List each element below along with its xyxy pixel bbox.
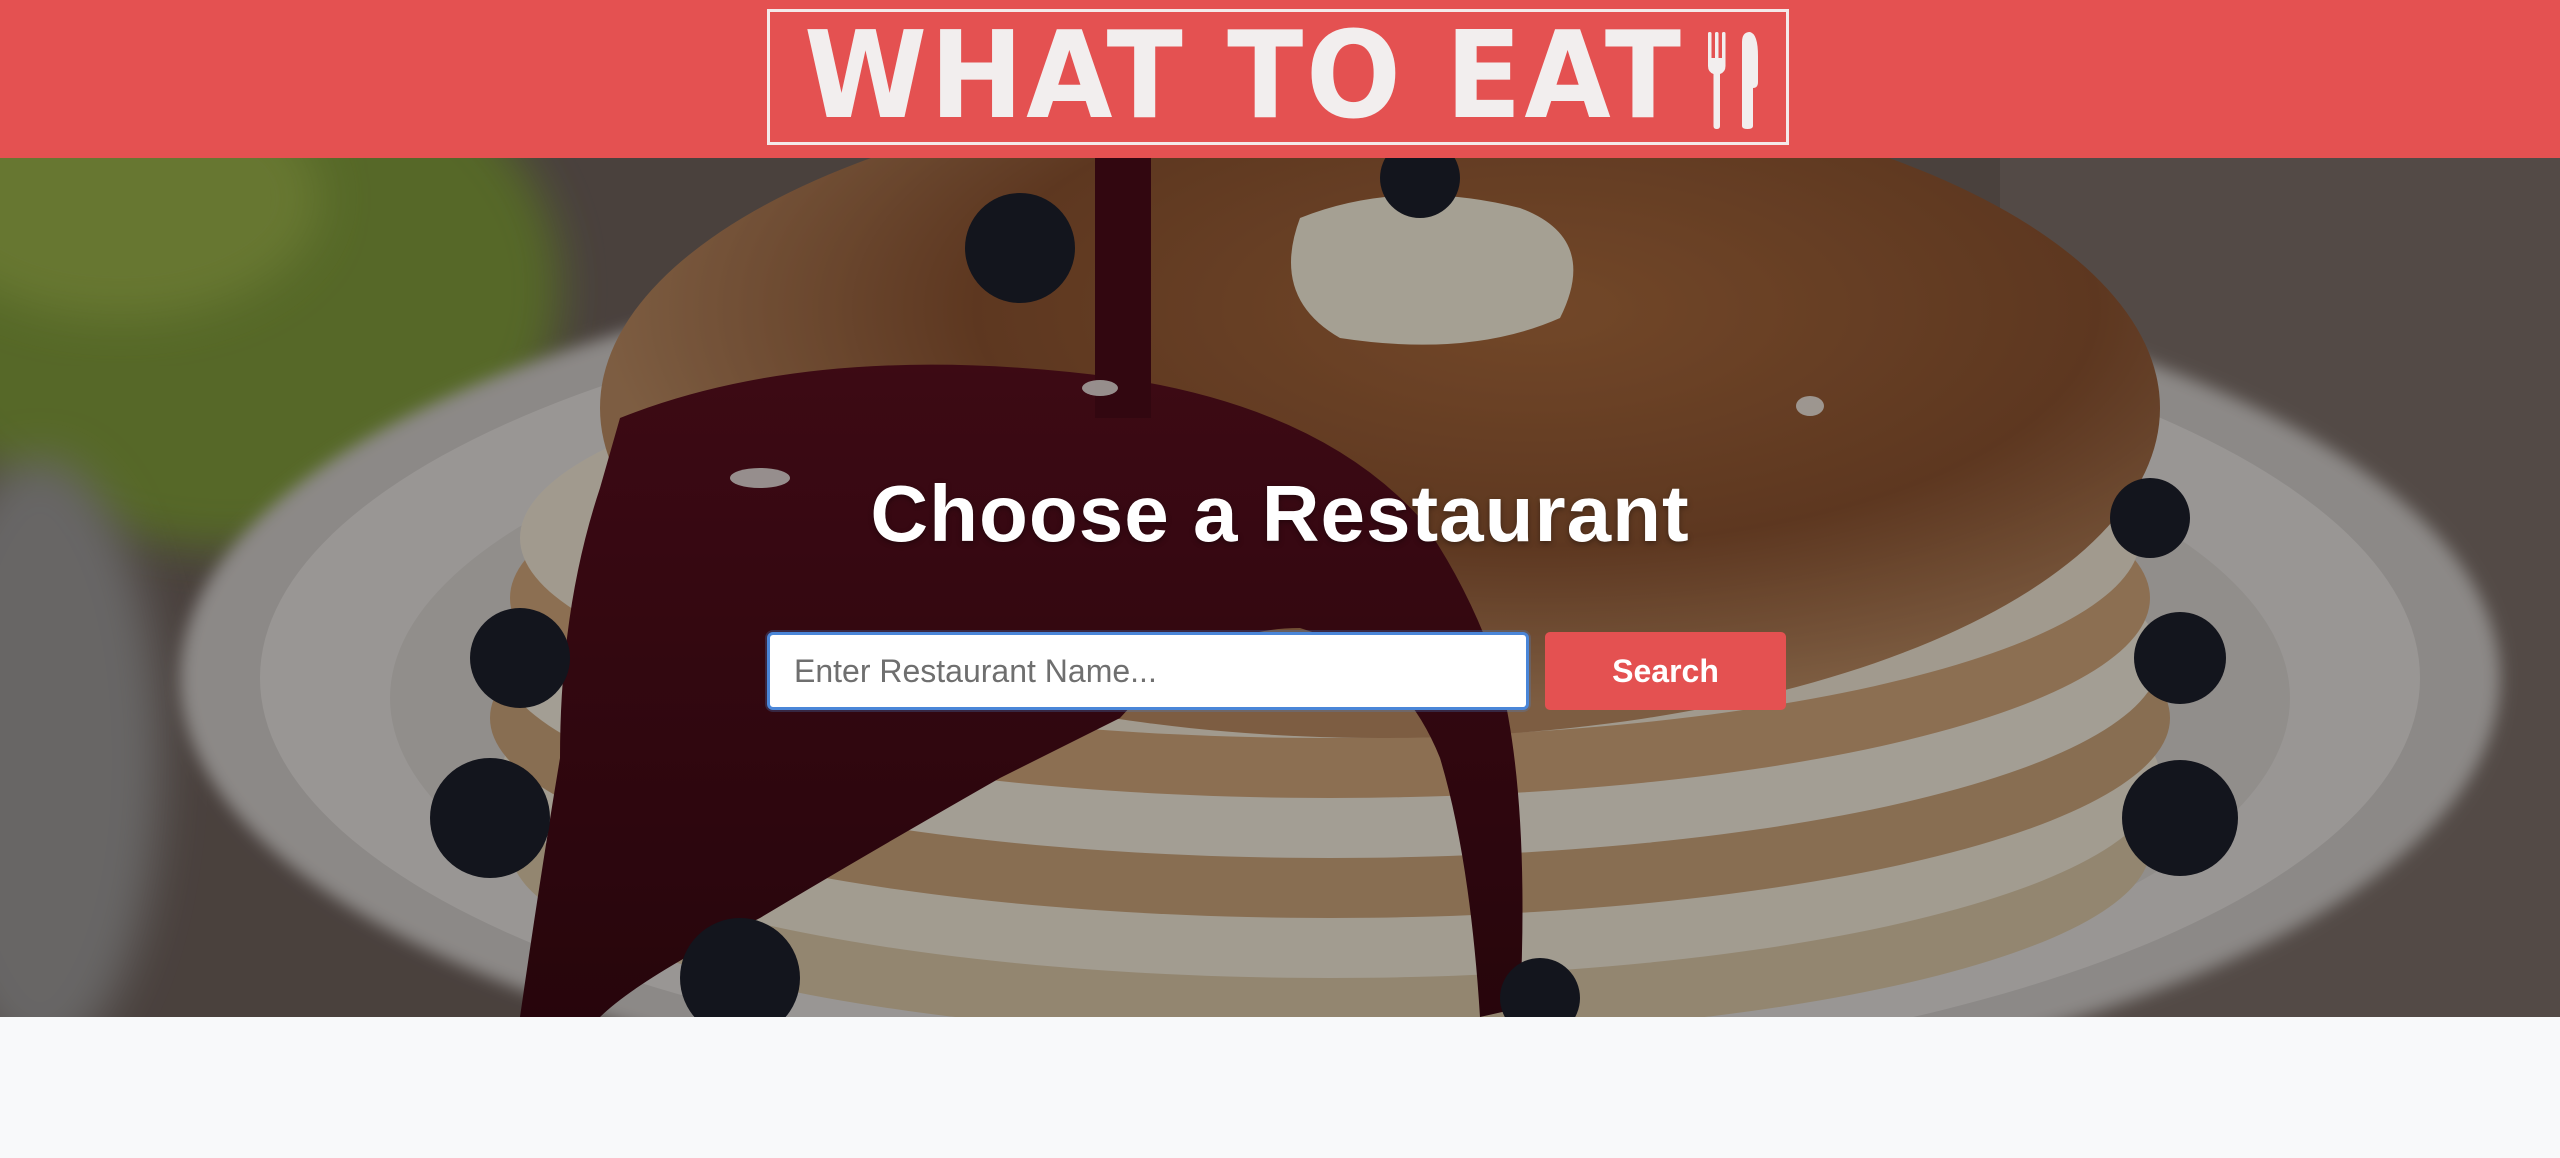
site-logo[interactable]: WHAT TO EAT [767,9,1789,145]
hero-banner: Choose a Restaurant Search [0,158,2560,1017]
site-header: WHAT TO EAT [0,0,2560,158]
logo-text: WHAT TO EAT [804,7,1684,146]
search-button[interactable]: Search [1545,632,1786,710]
search-form: Search [767,632,1786,710]
content-area [0,1017,2560,1158]
page-title: Choose a Restaurant [870,469,1690,558]
restaurant-search-input[interactable] [767,632,1529,710]
pancakes-background-image [0,158,2560,1017]
fork-knife-icon [1708,32,1758,129]
